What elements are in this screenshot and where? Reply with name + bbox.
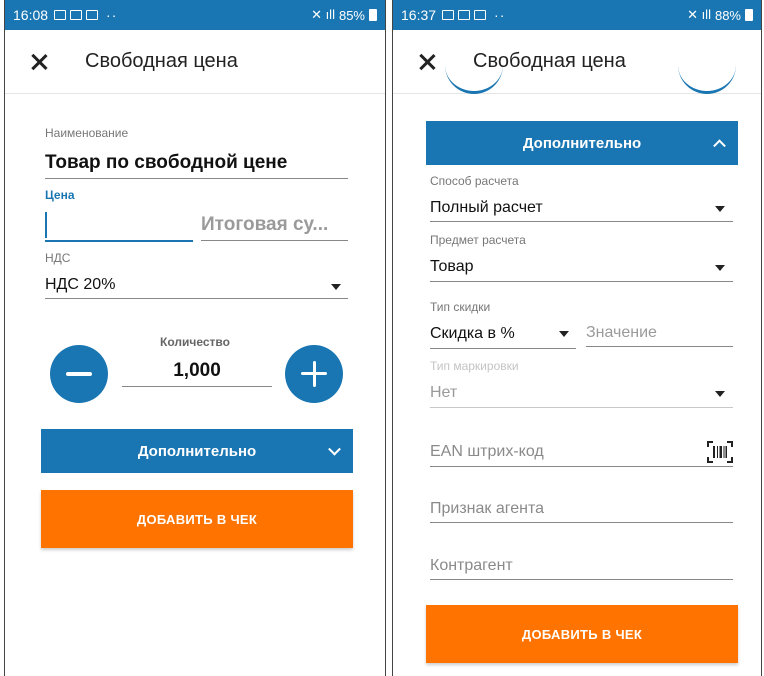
- increase-quantity-button[interactable]: [285, 345, 343, 403]
- app-bar: Свободная цена: [5, 30, 385, 94]
- page-title: Свободная цена: [85, 50, 238, 72]
- payment-method-label: Способ расчета: [430, 174, 519, 188]
- discount-value-underline: [586, 346, 733, 347]
- scrolled-button-edge: [678, 66, 736, 94]
- price-input[interactable]: [45, 206, 193, 242]
- minus-icon: [66, 372, 92, 376]
- chevron-up-icon: [713, 139, 726, 153]
- chevron-down-icon: [328, 442, 341, 456]
- dropdown-arrow-icon: [559, 331, 569, 337]
- dropdown-arrow-icon: [715, 206, 725, 212]
- quantity-label: Количество: [160, 335, 230, 349]
- name-label: Наименование: [45, 126, 129, 140]
- ean-barcode-field[interactable]: EAN штрих-код: [430, 443, 544, 461]
- contractor-underline: [430, 579, 733, 580]
- battery-percent: 85%: [338, 7, 365, 23]
- dropdown-arrow-icon: [715, 265, 725, 271]
- cast-icon: [70, 10, 83, 20]
- vat-label: НДС: [45, 251, 71, 265]
- notification-icons: [442, 10, 487, 20]
- payment-subject-select[interactable]: Товар: [430, 258, 474, 276]
- add-to-receipt-button[interactable]: ДОБАВИТЬ В ЧЕК: [41, 490, 353, 548]
- agent-underline: [430, 522, 733, 523]
- signal-icon: ✕ ıll: [687, 7, 711, 22]
- gallery-icon: [442, 10, 455, 20]
- additional-toggle[interactable]: Дополнительно: [426, 121, 738, 165]
- scrolled-button-edge: [445, 66, 503, 94]
- more-notifications: ··: [106, 7, 118, 23]
- additional-toggle[interactable]: Дополнительно: [41, 429, 353, 473]
- quantity-underline: [122, 386, 272, 387]
- more-notifications: ··: [494, 7, 506, 23]
- total-sum-underline: [201, 240, 348, 241]
- battery-percent: 88%: [714, 7, 741, 23]
- ean-underline: [430, 466, 733, 467]
- cast-icon: [458, 10, 471, 20]
- status-time: 16:08: [13, 7, 49, 23]
- cast-icon: [474, 10, 487, 20]
- discount-type-select[interactable]: Скидка в %: [430, 325, 515, 343]
- text-cursor: [45, 212, 47, 238]
- status-bar: 16:08 ·· ✕ ıll 85%: [5, 0, 385, 30]
- vat-underline: [45, 298, 348, 299]
- left-screen: 16:08 ·· ✕ ıll 85% Свободная цена Наимен…: [4, 0, 386, 676]
- quantity-field[interactable]: 1,000: [122, 360, 272, 382]
- payment-method-select[interactable]: Полный расчет: [430, 199, 543, 217]
- price-underline: [45, 240, 193, 242]
- gallery-icon: [54, 10, 67, 20]
- notification-icons: [54, 10, 99, 20]
- marking-type-underline: [430, 407, 733, 408]
- close-icon[interactable]: [27, 50, 51, 74]
- discount-type-label: Тип скидки: [430, 300, 491, 314]
- battery-icon: [369, 9, 377, 21]
- additional-label: Дополнительно: [137, 442, 257, 460]
- total-sum-field[interactable]: Итоговая су...: [201, 214, 328, 236]
- close-icon[interactable]: [415, 50, 439, 74]
- signal-icon: ✕ ıll: [311, 7, 335, 22]
- agent-field[interactable]: Признак агента: [430, 500, 544, 518]
- payment-method-underline: [430, 221, 733, 222]
- contractor-field[interactable]: Контрагент: [430, 557, 513, 575]
- vat-select[interactable]: НДС 20%: [45, 276, 115, 294]
- right-screen: 16:37 ·· ✕ ıll 88% Свободная цена Дополн…: [392, 0, 762, 676]
- name-underline: [45, 178, 348, 179]
- status-right: ✕ ıll 88%: [687, 7, 753, 23]
- price-label: Цена: [45, 188, 75, 202]
- payment-subject-label: Предмет расчета: [430, 233, 526, 247]
- decrease-quantity-button[interactable]: [50, 345, 108, 403]
- additional-label: Дополнительно: [522, 134, 642, 152]
- dropdown-arrow-icon: [331, 284, 341, 290]
- status-bar: 16:37 ·· ✕ ıll 88%: [393, 0, 761, 30]
- status-time: 16:37: [401, 7, 437, 23]
- add-to-receipt-button[interactable]: ДОБАВИТЬ В ЧЕК: [426, 605, 738, 663]
- cast-icon: [86, 10, 99, 20]
- marking-type-select: Нет: [430, 384, 458, 401]
- name-field[interactable]: Товар по свободной цене: [45, 152, 287, 174]
- discount-type-underline: [430, 348, 576, 349]
- payment-subject-underline: [430, 281, 733, 282]
- dropdown-arrow-icon: [715, 391, 725, 397]
- status-right: ✕ ıll 85%: [311, 7, 377, 23]
- marking-type-label: Тип маркировки: [430, 359, 519, 373]
- discount-value-field[interactable]: Значение: [586, 324, 657, 342]
- battery-icon: [745, 9, 753, 21]
- barcode-scan-icon[interactable]: [707, 441, 733, 463]
